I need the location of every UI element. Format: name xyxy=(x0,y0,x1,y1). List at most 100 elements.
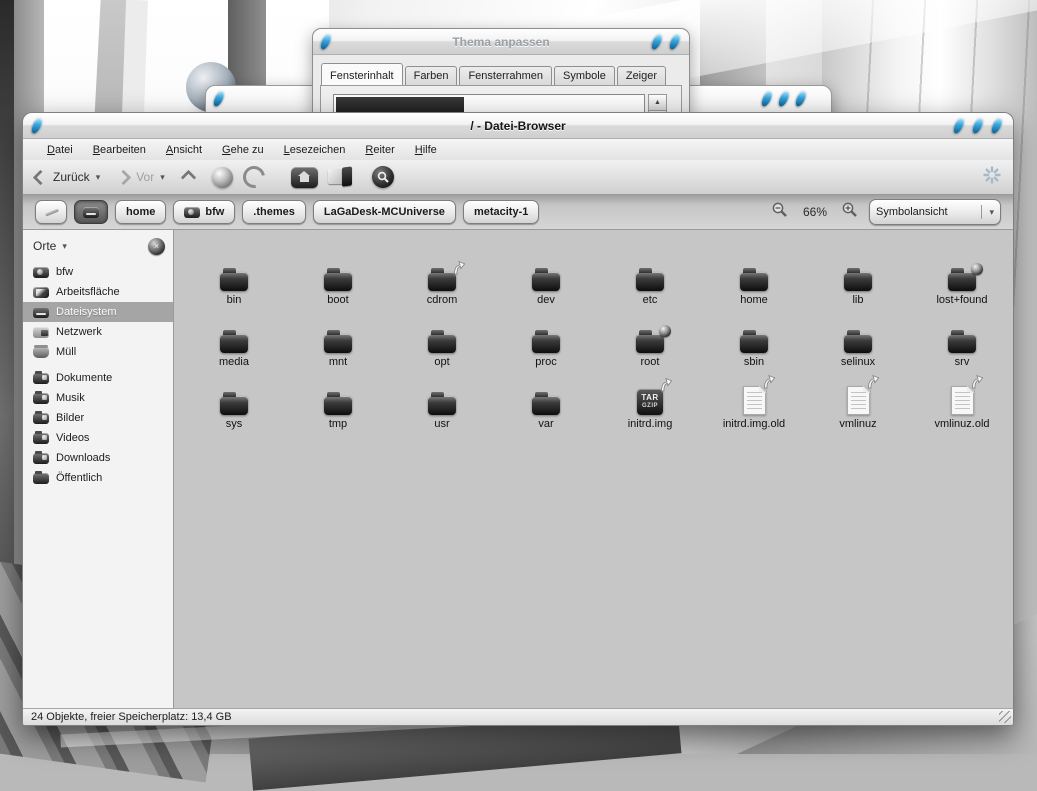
file-etc[interactable]: etc xyxy=(598,244,702,306)
tab-symbole[interactable]: Symbole xyxy=(554,66,615,86)
tab-fensterrahmen[interactable]: Fensterrahmen xyxy=(459,66,553,86)
file-bin[interactable]: bin xyxy=(182,244,286,306)
file-usr[interactable]: usr xyxy=(390,368,494,430)
menu-lesezeichen[interactable]: Lesezeichen xyxy=(274,142,356,158)
menu-datei[interactable]: Datei xyxy=(37,142,83,158)
file-browser-titlebar[interactable]: / - Datei-Browser xyxy=(23,113,1013,139)
file-selinux[interactable]: selinux xyxy=(806,306,910,368)
file-icon xyxy=(636,268,664,291)
maximize-button[interactable] xyxy=(970,116,986,135)
pathbar-home[interactable]: home xyxy=(115,200,167,224)
sidebar-item-downloads[interactable]: Downloads xyxy=(23,448,173,468)
sidebar-item-bilder[interactable]: Bilder xyxy=(23,408,173,428)
close-button[interactable] xyxy=(989,116,1005,135)
file-boot[interactable]: boot xyxy=(286,244,390,306)
window-menu-button[interactable] xyxy=(318,32,334,51)
sidebar-item-netzwerk[interactable]: Netzwerk xyxy=(23,322,173,342)
file-cdrom[interactable]: cdrom xyxy=(390,244,494,306)
path-root-button[interactable] xyxy=(74,200,108,224)
window-menu-button[interactable] xyxy=(211,89,227,108)
file-icon xyxy=(428,330,456,353)
reload-icon[interactable] xyxy=(238,161,270,193)
file-opt[interactable]: opt xyxy=(390,306,494,368)
stop-icon[interactable] xyxy=(211,166,233,188)
pathbar-.themes[interactable]: .themes xyxy=(242,200,306,224)
menu-hilfe[interactable]: Hilfe xyxy=(405,142,447,158)
search-icon[interactable] xyxy=(371,166,394,188)
file-initrd.img.old[interactable]: initrd.img.old xyxy=(702,368,806,430)
back-button-label[interactable]: Zurück xyxy=(53,170,90,184)
file-sys[interactable]: sys xyxy=(182,368,286,430)
file-mnt[interactable]: mnt xyxy=(286,306,390,368)
file-proc[interactable]: proc xyxy=(494,306,598,368)
back-history-dropdown-icon[interactable]: ▾ xyxy=(96,172,101,183)
forward-button-label[interactable]: Vor xyxy=(136,170,154,184)
file-label: tmp xyxy=(328,418,348,430)
file-browser-title: / - Datei-Browser xyxy=(470,118,566,133)
zoom-out-icon[interactable] xyxy=(770,201,790,224)
file-media[interactable]: media xyxy=(182,306,286,368)
file-icon xyxy=(636,325,671,353)
maximize-button[interactable] xyxy=(776,89,792,108)
forward-icon[interactable] xyxy=(115,169,132,185)
pathbar-metacity-1[interactable]: metacity-1 xyxy=(462,200,540,224)
theme-window-titlebar[interactable]: Thema anpassen xyxy=(313,29,689,55)
minimize-button[interactable] xyxy=(951,116,967,135)
maximize-button[interactable] xyxy=(649,32,665,51)
tab-zeiger[interactable]: Zeiger xyxy=(616,66,667,86)
forward-history-dropdown-icon[interactable]: ▾ xyxy=(160,172,165,183)
sidebar-item-müll[interactable]: Müll xyxy=(23,342,173,362)
tab-fensterinhalt[interactable]: Fensterinhalt xyxy=(321,63,403,86)
file-sbin[interactable]: sbin xyxy=(702,306,806,368)
file-var[interactable]: var xyxy=(494,368,598,430)
menu-ansicht[interactable]: Ansicht xyxy=(156,142,212,158)
file-lost+found[interactable]: lost+found xyxy=(910,244,1013,306)
file-dev[interactable]: dev xyxy=(494,244,598,306)
resize-grip[interactable] xyxy=(999,711,1011,723)
up-icon[interactable] xyxy=(180,169,197,185)
sidebar-item-dokumente[interactable]: Dokumente xyxy=(23,368,173,388)
file-vmlinuz[interactable]: vmlinuz xyxy=(806,368,910,430)
sidebar-item-öffentlich[interactable]: Öffentlich xyxy=(23,468,173,488)
folder-icon xyxy=(220,268,248,291)
pathbar-bfw[interactable]: bfw xyxy=(173,200,236,224)
file-srv[interactable]: srv xyxy=(910,306,1013,368)
file-browser-window[interactable]: / - Datei-Browser Datei Bearbeiten Ansicht… xyxy=(22,112,1014,726)
close-button[interactable] xyxy=(793,89,809,108)
targz-label: TAR xyxy=(641,392,659,402)
back-icon[interactable] xyxy=(32,169,49,185)
path-scroll-left-button[interactable] xyxy=(35,200,67,224)
minimize-button[interactable] xyxy=(759,89,775,108)
sidebar-item-musik[interactable]: Musik xyxy=(23,388,173,408)
theme-tab-strip: Fensterinhalt Farben Fensterrahmen Symbole Z… xyxy=(321,63,689,86)
sidebar-item-dateisystem[interactable]: Dateisystem xyxy=(23,302,173,322)
pathbar-lagadesk-mcuniverse[interactable]: LaGaDesk-MCUniverse xyxy=(312,200,456,224)
sidebar-item-label: Musik xyxy=(56,392,85,404)
sidebar-item-videos[interactable]: Videos xyxy=(23,428,173,448)
scroll-up-button[interactable]: ▲ xyxy=(649,95,666,111)
theme-window[interactable]: Thema anpassen Fensterinhalt Farben Fenste… xyxy=(312,28,690,122)
window-menu-button[interactable] xyxy=(29,116,45,135)
folder-view[interactable]: bin boot cdrom dev etc home lib lost+found media… xyxy=(174,230,1013,708)
file-icon xyxy=(740,268,768,291)
sidebar-item-label: Öffentlich xyxy=(56,472,103,484)
sidebar-close-icon[interactable]: × xyxy=(148,237,165,255)
menu-reiter[interactable]: Reiter xyxy=(355,142,404,158)
sidebar-places-select[interactable]: Orte ▾ xyxy=(33,239,67,253)
menu-gehe-zu[interactable]: Gehe zu xyxy=(212,142,274,158)
file-home[interactable]: home xyxy=(702,244,806,306)
sidebar-item-bfw[interactable]: bfw xyxy=(23,262,173,282)
close-button[interactable] xyxy=(667,32,683,51)
file-lib[interactable]: lib xyxy=(806,244,910,306)
file-root[interactable]: root xyxy=(598,306,702,368)
file-vmlinuz.old[interactable]: vmlinuz.old xyxy=(910,368,1013,430)
zoom-in-icon[interactable] xyxy=(840,201,860,224)
file-initrd.img[interactable]: TAR GZIP initrd.img xyxy=(598,368,702,430)
sidebar-item-arbeitsfläche[interactable]: Arbeitsfläche xyxy=(23,282,173,302)
file-tmp[interactable]: tmp xyxy=(286,368,390,430)
computer-icon[interactable] xyxy=(327,165,354,188)
menu-bearbeiten[interactable]: Bearbeiten xyxy=(83,142,156,158)
view-mode-select[interactable]: Symbolansicht ▾ xyxy=(869,199,1001,225)
home-icon[interactable] xyxy=(290,166,318,188)
tab-farben[interactable]: Farben xyxy=(404,66,458,86)
